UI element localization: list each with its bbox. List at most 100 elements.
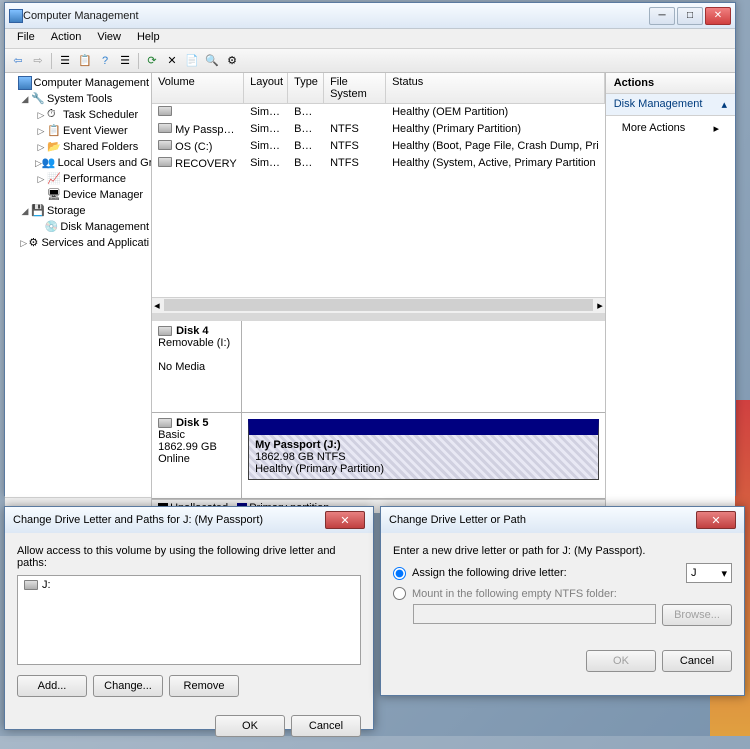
- actions-header: Actions: [606, 73, 735, 94]
- volume-name: My Passport (J:): [255, 439, 592, 451]
- toolbar-icon[interactable]: 📄: [183, 52, 201, 70]
- tree-local-users[interactable]: ▷👥Local Users and Gr: [7, 155, 149, 171]
- volume-row[interactable]: Simple Basic Healthy (OEM Partition): [152, 104, 605, 121]
- disk-4-panel[interactable]: Disk 4 Removable (I:) No Media: [152, 321, 605, 413]
- remove-button[interactable]: Remove: [169, 675, 239, 697]
- volume-rows: Simple Basic Healthy (OEM Partition) My …: [152, 104, 605, 297]
- services-icon: ⚙: [28, 236, 39, 250]
- log-icon: 📋: [47, 124, 61, 138]
- volume-hscrollbar[interactable]: ◂▸: [152, 297, 605, 313]
- toolbar-icon[interactable]: ⚙: [223, 52, 241, 70]
- change-letter-dialog: Change Drive Letter or Path ✕ Enter a ne…: [380, 506, 745, 696]
- menubar: File Action View Help: [5, 29, 735, 49]
- toolbar: ⇦ ⇨ ☰ 📋 ? ☰ ⟳ ✕ 📄 🔍 ⚙: [5, 49, 735, 73]
- drive-icon: [158, 123, 172, 133]
- volume-row[interactable]: OS (C:) Simple Basic NTFS Healthy (Boot,…: [152, 138, 605, 155]
- dialog-titlebar[interactable]: Change Drive Letter or Path ✕: [381, 507, 744, 533]
- volume-status: Healthy (Primary Partition): [255, 463, 592, 475]
- cancel-button[interactable]: Cancel: [291, 715, 361, 737]
- instruction-text: Allow access to this volume by using the…: [17, 545, 361, 569]
- toolbar-icon[interactable]: ☰: [56, 52, 74, 70]
- users-icon: 👥: [42, 156, 56, 170]
- drive-icon: [158, 140, 172, 150]
- dialog-titlebar[interactable]: Change Drive Letter and Paths for J: (My…: [5, 507, 373, 533]
- refresh-icon[interactable]: ⟳: [143, 52, 161, 70]
- minimize-button[interactable]: ─: [649, 7, 675, 25]
- ok-button[interactable]: OK: [586, 650, 656, 672]
- radio-mount-input[interactable]: [393, 587, 406, 600]
- disk-5-panel[interactable]: Disk 5 Basic 1862.99 GB Online My Passpo…: [152, 413, 605, 499]
- close-button[interactable]: ✕: [705, 7, 731, 25]
- paths-listbox[interactable]: J:: [17, 575, 361, 665]
- tree-panel: Computer Management ◢🔧System Tools ▷⏱Tas…: [5, 73, 152, 513]
- window-title: Computer Management: [23, 10, 649, 22]
- close-button[interactable]: ✕: [696, 511, 736, 529]
- device-icon: 🖥: [47, 188, 61, 202]
- toolbar-icon[interactable]: ✕: [163, 52, 181, 70]
- maximize-button[interactable]: □: [677, 7, 703, 25]
- col-fs[interactable]: File System: [324, 73, 386, 103]
- volume-row[interactable]: My Passport (J:) Simple Basic NTFS Healt…: [152, 121, 605, 138]
- toolbar-icon[interactable]: ☰: [116, 52, 134, 70]
- instruction-text: Enter a new drive letter or path for J: …: [393, 545, 732, 557]
- tree-system-tools[interactable]: ◢🔧System Tools: [7, 91, 149, 107]
- mount-path-input[interactable]: [413, 604, 656, 624]
- more-actions[interactable]: More Actions▸: [606, 116, 735, 141]
- tree-task-scheduler[interactable]: ▷⏱Task Scheduler: [7, 107, 149, 123]
- tree-disk-management[interactable]: 💿Disk Management: [7, 219, 149, 235]
- col-type[interactable]: Type: [288, 73, 324, 103]
- menu-help[interactable]: Help: [129, 29, 168, 48]
- computer-management-window: Computer Management ─ □ ✕ File Action Vi…: [4, 2, 736, 496]
- tree-services[interactable]: ▷⚙Services and Applicati: [7, 235, 149, 251]
- disk-status: Online: [158, 453, 235, 465]
- actions-panel: Actions Disk Management▴ More Actions▸: [605, 73, 735, 513]
- menu-view[interactable]: View: [89, 29, 129, 48]
- col-status[interactable]: Status: [386, 73, 605, 103]
- drive-letter-combo[interactable]: J▾: [686, 563, 732, 583]
- cancel-button[interactable]: Cancel: [662, 650, 732, 672]
- disk-size: 1862.99 GB: [158, 441, 235, 453]
- change-paths-dialog: Change Drive Letter and Paths for J: (My…: [4, 506, 374, 730]
- perf-icon: 📈: [47, 172, 61, 186]
- add-button[interactable]: Add...: [17, 675, 87, 697]
- volume-header: Volume Layout Type File System Status: [152, 73, 605, 104]
- disk-volume-selected[interactable]: My Passport (J:) 1862.98 GB NTFS Healthy…: [248, 419, 599, 480]
- menu-file[interactable]: File: [9, 29, 43, 48]
- tree-event-viewer[interactable]: ▷📋Event Viewer: [7, 123, 149, 139]
- disk-area: Disk 4 Removable (I:) No Media Disk 5 Ba…: [152, 313, 605, 514]
- forward-button[interactable]: ⇨: [29, 52, 47, 70]
- drive-icon: [24, 580, 38, 590]
- volume-row[interactable]: RECOVERY Simple Basic NTFS Healthy (Syst…: [152, 155, 605, 172]
- col-volume[interactable]: Volume: [152, 73, 244, 103]
- titlebar[interactable]: Computer Management ─ □ ✕: [5, 3, 735, 29]
- radio-assign-input[interactable]: [393, 567, 406, 580]
- radio-assign[interactable]: Assign the following drive letter: J▾: [393, 563, 732, 583]
- browse-button[interactable]: Browse...: [662, 604, 732, 626]
- tree-performance[interactable]: ▷📈Performance: [7, 171, 149, 187]
- toolbar-icon[interactable]: 📋: [76, 52, 94, 70]
- disk-icon: [158, 418, 172, 428]
- disk-name: Disk 4: [176, 325, 208, 337]
- tools-icon: 🔧: [31, 92, 45, 106]
- menu-action[interactable]: Action: [43, 29, 90, 48]
- removable-icon: [158, 326, 172, 336]
- change-button[interactable]: Change...: [93, 675, 163, 697]
- collapse-icon: ▴: [721, 98, 727, 111]
- tree-device-manager[interactable]: 🖥Device Manager: [7, 187, 149, 203]
- actions-sub[interactable]: Disk Management▴: [606, 94, 735, 116]
- disk-status: No Media: [158, 361, 235, 373]
- tree-storage[interactable]: ◢💾Storage: [7, 203, 149, 219]
- tree-root[interactable]: Computer Management: [7, 75, 149, 91]
- dialog-title: Change Drive Letter and Paths for J: (My…: [13, 514, 263, 526]
- chevron-down-icon: ▾: [721, 567, 727, 580]
- list-item[interactable]: J:: [20, 578, 358, 592]
- ok-button[interactable]: OK: [215, 715, 285, 737]
- help-icon[interactable]: ?: [96, 52, 114, 70]
- close-button[interactable]: ✕: [325, 511, 365, 529]
- clock-icon: ⏱: [47, 108, 61, 122]
- back-button[interactable]: ⇦: [9, 52, 27, 70]
- toolbar-icon[interactable]: 🔍: [203, 52, 221, 70]
- col-layout[interactable]: Layout: [244, 73, 288, 103]
- tree-shared-folders[interactable]: ▷📂Shared Folders: [7, 139, 149, 155]
- radio-mount[interactable]: Mount in the following empty NTFS folder…: [393, 587, 732, 600]
